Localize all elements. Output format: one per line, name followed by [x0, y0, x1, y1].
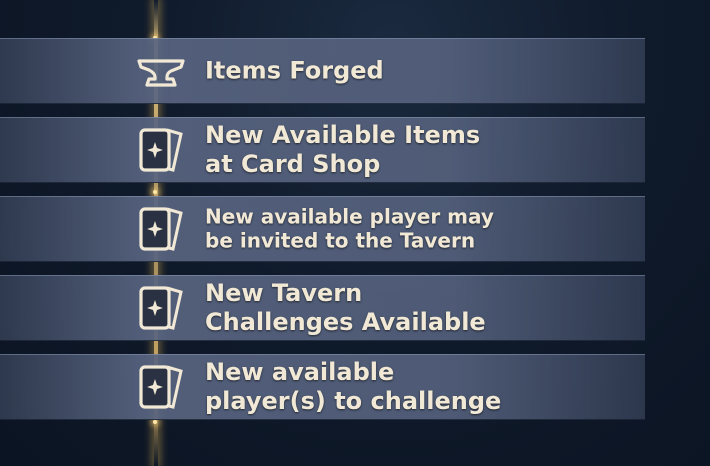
notification-label: New Available Items at Card Shop	[205, 121, 625, 179]
notification-line-2: player(s) to challenge	[205, 387, 502, 415]
notification-line-1: New available player may	[205, 204, 494, 229]
notification-line-2: at Card Shop	[205, 150, 381, 178]
card-icon	[133, 122, 189, 178]
notification-line-1: New Available Items	[205, 121, 481, 150]
notification-card-shop[interactable]: New Available Items at Card Shop	[0, 117, 645, 183]
notification-line-2: Challenges Available	[205, 308, 486, 336]
notification-list: Items Forged New Available Items at Card…	[0, 38, 645, 420]
notification-label: Items Forged	[205, 57, 625, 86]
notification-line-1: New Tavern	[205, 279, 363, 308]
notification-items-forged[interactable]: Items Forged	[0, 38, 645, 104]
notification-tavern-invite[interactable]: New available player may be invited to t…	[0, 196, 645, 262]
card-icon	[133, 280, 189, 336]
notification-line-1: New available	[205, 358, 395, 387]
notification-players-challenge[interactable]: New available player(s) to challenge	[0, 354, 645, 420]
notification-line-2: be invited to the Tavern	[205, 229, 476, 253]
notification-label: New available player(s) to challenge	[205, 358, 625, 416]
card-icon	[133, 359, 189, 415]
notification-label: New available player may be invited to t…	[205, 205, 625, 254]
notification-line-1: Items Forged	[205, 56, 384, 85]
notification-tavern-challenges[interactable]: New Tavern Challenges Available	[0, 275, 645, 341]
notification-label: New Tavern Challenges Available	[205, 279, 625, 337]
glow-spark	[153, 420, 157, 424]
card-icon	[133, 201, 189, 257]
anvil-icon	[133, 43, 189, 99]
